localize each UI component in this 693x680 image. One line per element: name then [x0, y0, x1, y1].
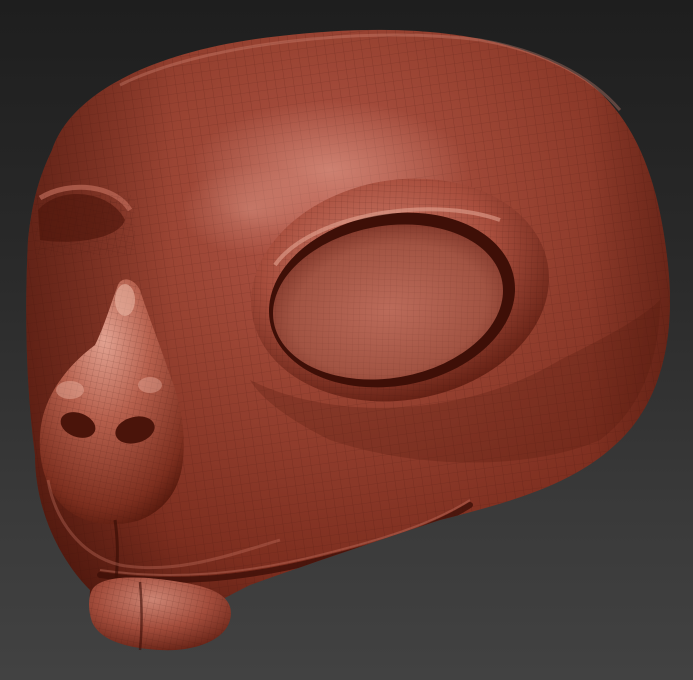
- far-eye-socket: [35, 184, 135, 255]
- viewport-canvas[interactable]: [0, 0, 693, 680]
- sculpted-head: [26, 29, 670, 651]
